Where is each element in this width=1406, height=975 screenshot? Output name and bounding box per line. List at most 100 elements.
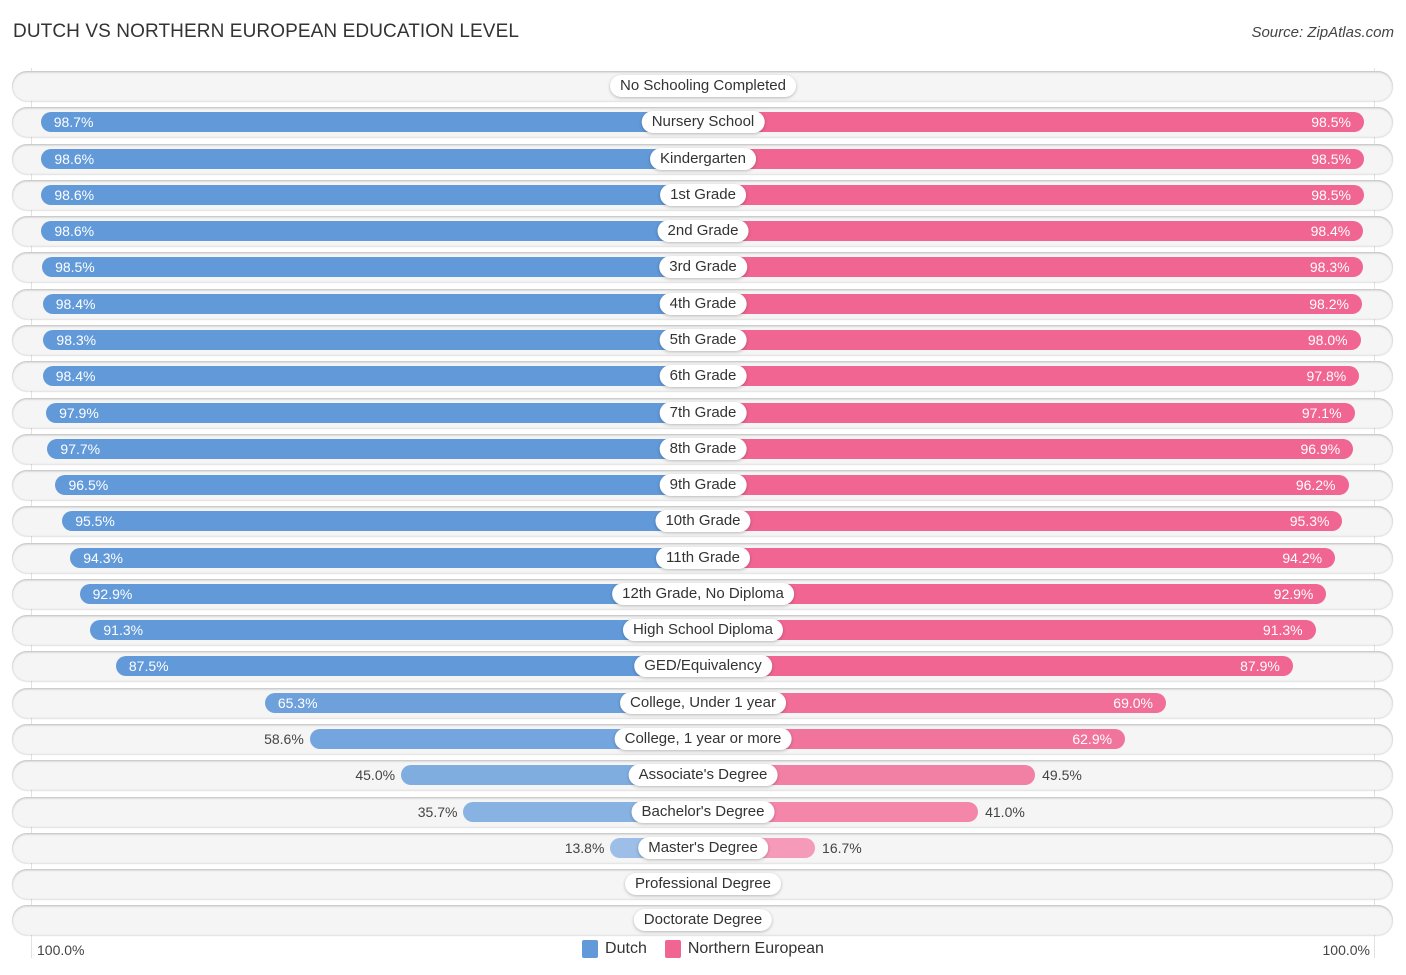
bar-dutch	[41, 148, 703, 169]
bar-dutch	[55, 475, 703, 496]
bar-northern-european	[703, 511, 1343, 532]
category-label: Bachelor's Degree	[631, 800, 775, 823]
bar-dutch	[42, 293, 703, 314]
category-label: Professional Degree	[625, 873, 781, 896]
legend-label-northern-european: Northern European	[687, 940, 824, 957]
category-label: 3rd Grade	[659, 256, 747, 279]
value-label-northern-european: 97.8%	[1306, 368, 1347, 385]
value-label-northern-european: 98.3%	[1309, 259, 1350, 276]
value-label-dutch: 98.5%	[55, 259, 95, 276]
category-label: 4th Grade	[659, 292, 747, 315]
value-label-dutch: 98.6%	[54, 223, 95, 240]
category-label: 8th Grade	[659, 437, 747, 460]
value-label-northern-european: 98.5%	[1311, 114, 1351, 131]
bar-dutch	[46, 402, 703, 423]
value-label-dutch: 58.6%	[264, 731, 304, 748]
bar-dutch	[47, 438, 703, 459]
value-label-dutch: 98.3%	[56, 331, 97, 348]
legend-item-northern-european: Northern European	[664, 940, 824, 958]
legend-item-dutch: Dutch	[582, 940, 647, 958]
category-label: College, Under 1 year	[620, 691, 786, 714]
value-label-northern-european: 87.9%	[1240, 658, 1280, 675]
value-label-northern-european: 98.0%	[1307, 331, 1348, 348]
category-label: GED/Equivalency	[634, 655, 772, 678]
category-label: Master's Degree	[638, 836, 768, 859]
category-label: 5th Grade	[659, 328, 747, 351]
value-label-dutch: 98.4%	[55, 295, 96, 312]
bar-northern-european	[703, 366, 1360, 387]
value-label-dutch: 95.5%	[75, 513, 115, 530]
value-label-dutch: 87.5%	[128, 658, 169, 675]
bar-dutch	[42, 257, 703, 278]
bar-dutch	[90, 620, 703, 641]
category-label: College, 1 year or more	[614, 728, 792, 751]
bar-dutch	[42, 366, 703, 387]
legend-label-dutch: Dutch	[605, 940, 647, 957]
category-label: 6th Grade	[659, 365, 747, 388]
value-label-northern-european: 98.2%	[1309, 295, 1349, 312]
value-label-northern-european: 97.1%	[1301, 404, 1342, 421]
bar-dutch	[62, 511, 703, 532]
bar-dutch	[79, 583, 703, 604]
category-label: Kindergarten	[650, 147, 756, 170]
value-label-dutch: 94.3%	[83, 549, 123, 566]
legend-swatch-northern-european	[664, 940, 681, 958]
value-label-northern-european: 41.0%	[985, 803, 1025, 820]
bar-northern-european	[703, 112, 1364, 133]
value-label-dutch: 98.4%	[55, 368, 96, 385]
value-label-northern-european: 96.9%	[1300, 440, 1341, 457]
bar-dutch	[40, 112, 703, 133]
bar-northern-european	[703, 402, 1355, 423]
category-label: Doctorate Degree	[633, 909, 773, 932]
bar-dutch	[115, 656, 703, 677]
value-label-dutch: 35.7%	[417, 803, 458, 820]
legend: Dutch Northern European	[0, 940, 1406, 958]
category-label: 9th Grade	[659, 474, 747, 497]
value-label-northern-european: 96.2%	[1295, 477, 1336, 494]
value-label-dutch: 97.7%	[60, 440, 101, 457]
bar-northern-european	[703, 221, 1364, 242]
bar-northern-european	[703, 583, 1327, 604]
bar-dutch	[41, 221, 703, 242]
category-label: 2nd Grade	[657, 220, 749, 243]
category-label: 12th Grade, No Diploma	[612, 582, 794, 605]
category-label: 10th Grade	[655, 510, 751, 533]
bar-northern-european	[703, 293, 1362, 314]
value-label-northern-european: 69.0%	[1113, 694, 1153, 711]
value-label-northern-european: 98.5%	[1311, 150, 1351, 167]
bar-northern-european	[703, 620, 1316, 641]
value-label-northern-european: 91.3%	[1262, 622, 1303, 639]
bar-northern-european	[703, 475, 1349, 496]
value-label-northern-european: 62.9%	[1072, 731, 1113, 748]
value-label-dutch: 98.7%	[53, 114, 94, 131]
bar-northern-european	[703, 547, 1336, 568]
value-label-northern-european: 49.5%	[1042, 767, 1082, 784]
value-label-northern-european: 98.4%	[1310, 223, 1351, 240]
bar-northern-european	[703, 184, 1364, 205]
bar-dutch	[41, 184, 703, 205]
category-label: Nursery School	[641, 111, 765, 134]
value-label-dutch: 97.9%	[59, 404, 99, 421]
value-label-northern-european: 16.7%	[822, 839, 862, 856]
bar-northern-european	[703, 148, 1364, 169]
category-label: Associate's Degree	[628, 764, 778, 787]
chart-rows: 1.4%1.6%No Schooling Completed98.7%98.5%…	[0, 0, 1406, 975]
value-label-dutch: 91.3%	[103, 622, 144, 639]
value-label-northern-european: 98.5%	[1311, 186, 1351, 203]
value-label-northern-european: 95.3%	[1289, 513, 1330, 530]
value-label-dutch: 45.0%	[355, 767, 396, 784]
category-label: 11th Grade	[656, 546, 750, 569]
value-label-dutch: 13.8%	[564, 839, 605, 856]
bar-northern-european	[703, 438, 1354, 459]
bar-dutch	[43, 329, 703, 350]
category-label: No Schooling Completed	[610, 75, 796, 97]
value-label-dutch: 98.6%	[54, 150, 95, 167]
legend-swatch-dutch	[582, 940, 599, 958]
value-label-northern-european: 94.2%	[1282, 549, 1323, 566]
category-label: 1st Grade	[660, 183, 746, 206]
value-label-dutch: 96.5%	[68, 477, 109, 494]
bar-northern-european	[703, 656, 1293, 677]
bar-northern-european	[703, 329, 1361, 350]
value-label-northern-european: 92.9%	[1273, 585, 1314, 602]
category-label: 7th Grade	[659, 401, 747, 424]
